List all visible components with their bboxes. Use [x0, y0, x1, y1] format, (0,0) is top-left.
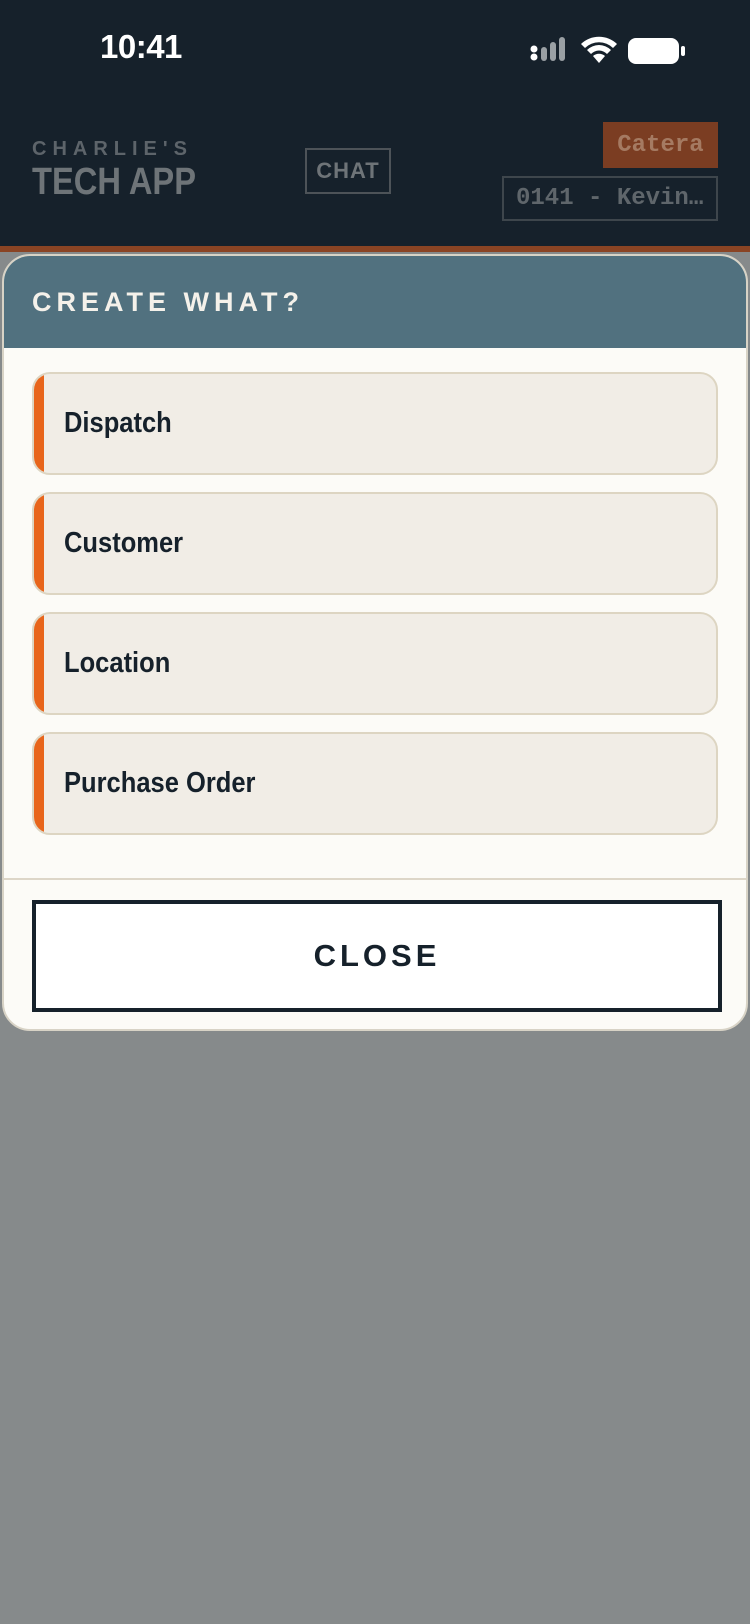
close-button[interactable]: CLOSE: [32, 900, 722, 1012]
option-label: Dispatch: [64, 407, 172, 439]
modal-title: CREATE WHAT?: [32, 286, 304, 317]
technician-select[interactable]: 0141 - Kevin…: [502, 176, 718, 221]
modal-backdrop[interactable]: [0, 1031, 750, 1624]
option-location[interactable]: Location: [32, 612, 718, 715]
option-customer[interactable]: Customer: [32, 492, 718, 595]
brand-top-text: CHARLIE'S: [32, 138, 193, 160]
option-label: Customer: [64, 527, 184, 559]
option-label: Purchase Order: [64, 767, 256, 799]
battery-icon: [628, 38, 685, 64]
option-dispatch[interactable]: Dispatch: [32, 372, 718, 475]
app-header: 10:41 CHARLIE'S TECH APP CHAT Catera 014…: [0, 0, 750, 252]
status-bar: 10:41: [0, 0, 750, 100]
signal-icon: [530, 37, 565, 61]
brand-main-text: TECH APP: [32, 161, 197, 203]
chat-button[interactable]: CHAT: [305, 148, 391, 194]
status-time: 10:41: [100, 28, 182, 65]
option-purchase-order[interactable]: Purchase Order: [32, 732, 718, 835]
wifi-icon: [581, 36, 617, 63]
option-list: Dispatch Customer Location Purchase Orde…: [4, 348, 746, 835]
option-label: Location: [64, 647, 171, 679]
company-badge[interactable]: Catera: [603, 122, 718, 168]
create-modal: CREATE WHAT? Dispatch Customer Location …: [2, 254, 748, 1031]
modal-header: CREATE WHAT?: [4, 256, 746, 348]
modal-footer: CLOSE: [4, 878, 746, 1012]
app-logo: CHARLIE'S TECH APP: [32, 138, 223, 204]
